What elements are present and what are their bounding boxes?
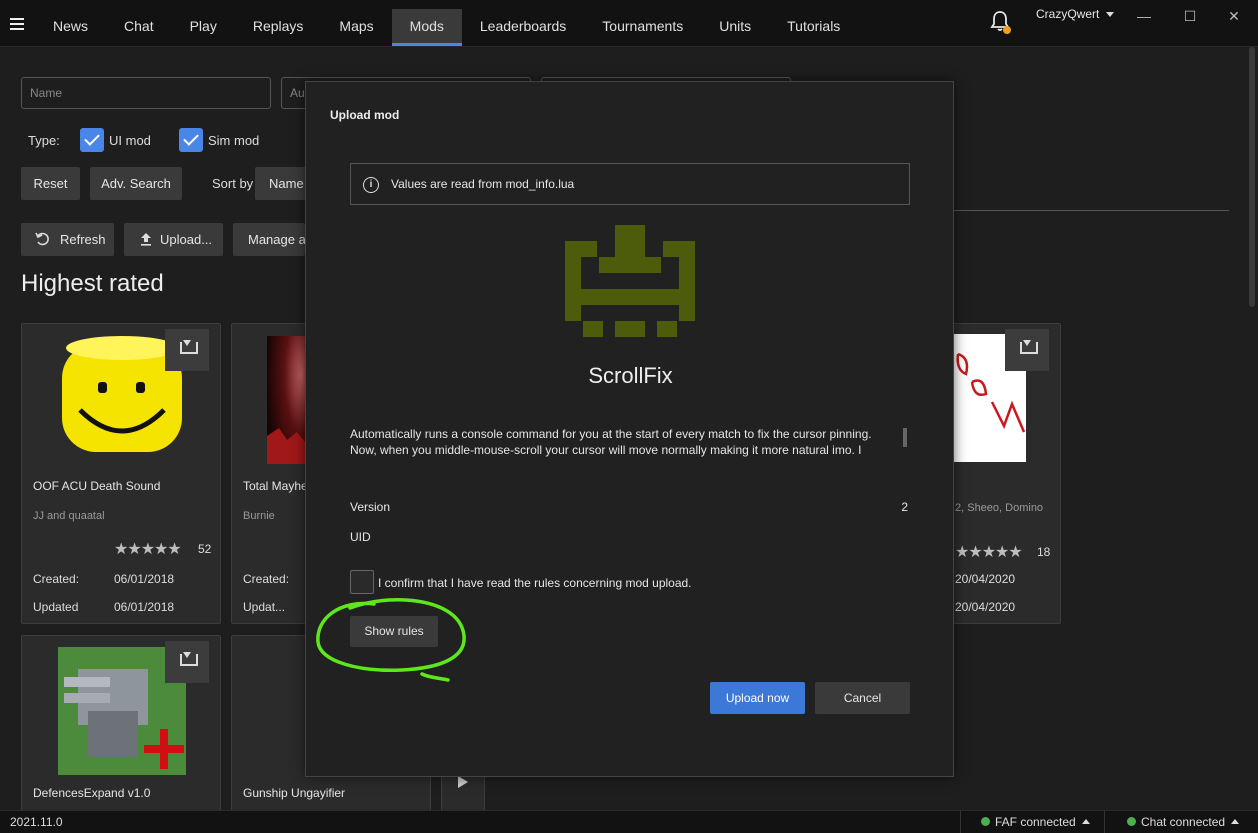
status-bar: 2021.11.0 FAF connected Chat connected — [0, 810, 1258, 833]
refresh-button[interactable]: Refresh — [21, 223, 114, 256]
scrollbar[interactable] — [1249, 47, 1255, 307]
refresh-icon — [35, 232, 49, 246]
faf-status-text: FAF connected — [995, 815, 1076, 829]
mod-card[interactable]: DefencesExpand v1.0 — [21, 635, 221, 815]
annotation-circle — [316, 598, 466, 682]
mod-name: ScrollFix — [588, 363, 673, 388]
minimize-button[interactable]: — — [1134, 6, 1154, 26]
tab-tournaments[interactable]: Tournaments — [584, 9, 701, 46]
upload-icon — [141, 233, 151, 246]
upload-now-button[interactable]: Upload now — [710, 682, 805, 714]
dialog-title: Upload mod — [330, 108, 400, 122]
upload-label: Upload... — [160, 232, 213, 247]
tab-chat[interactable]: Chat — [106, 9, 172, 46]
confirm-rules-checkbox[interactable] — [350, 570, 374, 594]
chat-status[interactable]: Chat connected — [1127, 815, 1240, 829]
ui-mod-label: UI mod — [109, 133, 151, 148]
chevron-up-icon — [1231, 819, 1240, 824]
close-button[interactable]: ✕ — [1224, 6, 1244, 26]
download-icon[interactable] — [1005, 329, 1049, 371]
divider — [960, 811, 961, 833]
chevron-right-icon — [458, 776, 468, 788]
description-line: Now, when you middle-mouse-scroll your c… — [350, 443, 862, 457]
card-title: OOF ACU Death Sound — [33, 479, 161, 493]
card-title: Total Mayhe — [243, 479, 308, 493]
created-label: Created: — [33, 572, 80, 586]
name-search-input[interactable]: Name — [21, 77, 271, 109]
info-box: i Values are read from mod_info.lua — [350, 163, 910, 205]
tab-maps[interactable]: Maps — [321, 9, 391, 46]
info-icon: i — [363, 177, 379, 193]
mod-card[interactable]: OOF ACU Death Sound JJ and quaatal ★★★★★… — [21, 323, 221, 624]
menu-icon[interactable] — [10, 18, 24, 30]
main-tabs: News Chat Play Replays Maps Mods Leaderb… — [35, 9, 858, 47]
notification-dot — [1003, 26, 1011, 34]
mod-icon — [565, 225, 695, 337]
confirm-rules-label[interactable]: I confirm that I have read the rules con… — [378, 576, 692, 590]
card-title: Gunship Ungayifier — [243, 786, 346, 800]
sort-by-label: Sort by — [212, 176, 254, 191]
rating-stars: ★★★★★ — [114, 541, 182, 558]
mod-card[interactable]: Total Mayhe Burnie Created: Updat... — [231, 323, 311, 624]
uid-label: UID — [350, 530, 371, 544]
description-line: Automatically runs a console command for… — [350, 427, 872, 441]
username[interactable]: CrazyQwert — [1036, 7, 1099, 21]
adv-search-button[interactable]: Adv. Search — [90, 167, 182, 200]
card-author: Burnie — [243, 510, 275, 522]
version-value: 2 — [901, 500, 908, 514]
created-label: Created: — [243, 572, 290, 586]
tab-leaderboards[interactable]: Leaderboards — [462, 9, 584, 46]
download-icon[interactable] — [165, 641, 209, 683]
chat-status-text: Chat connected — [1141, 815, 1226, 829]
upload-button[interactable]: Upload... — [124, 223, 223, 256]
tab-replays[interactable]: Replays — [235, 9, 322, 46]
manage-button[interactable]: Manage ac — [233, 223, 305, 256]
download-icon[interactable] — [165, 329, 209, 371]
chevron-down-icon[interactable] — [1106, 12, 1114, 17]
info-text: Values are read from mod_info.lua — [391, 177, 575, 191]
description-scrollbar[interactable] — [903, 428, 907, 447]
faf-status[interactable]: FAF connected — [981, 815, 1090, 829]
sim-mod-checkbox[interactable] — [179, 128, 203, 152]
sim-mod-label: Sim mod — [208, 133, 260, 148]
refresh-label: Refresh — [60, 232, 106, 247]
status-dot-icon — [981, 817, 990, 826]
ui-mod-checkbox[interactable] — [80, 128, 104, 152]
app-version: 2021.11.0 — [10, 815, 63, 829]
rating-stars: ★★★★★ — [955, 544, 1023, 561]
mod-description[interactable]: Automatically runs a console command for… — [350, 426, 895, 458]
tab-units[interactable]: Units — [701, 9, 769, 46]
divider — [1104, 811, 1105, 833]
chevron-up-icon — [1081, 819, 1090, 824]
rating-count: 18 — [1037, 545, 1051, 559]
updated-label: Updat... — [243, 600, 286, 614]
card-author: 2, Sheeo, Domino — [955, 502, 1044, 514]
rating-count: 52 — [198, 542, 212, 556]
created-value: 06/01/2018 — [114, 572, 175, 586]
tab-tutorials[interactable]: Tutorials — [769, 9, 858, 46]
mod-thumbnail — [267, 336, 305, 464]
notification-bell-icon[interactable] — [988, 9, 1012, 35]
created-value: 20/04/2020 — [955, 572, 1016, 586]
tab-mods[interactable]: Mods — [391, 9, 462, 46]
reset-button[interactable]: Reset — [21, 167, 80, 200]
tab-news[interactable]: News — [35, 9, 106, 46]
updated-value: 06/01/2018 — [114, 600, 175, 614]
version-label: Version — [350, 500, 391, 514]
title-bar: News Chat Play Replays Maps Mods Leaderb… — [0, 0, 1258, 47]
status-dot-icon — [1127, 817, 1136, 826]
card-author: JJ and quaatal — [33, 510, 105, 522]
updated-value: 20/04/2020 — [955, 600, 1016, 614]
type-label: Type: — [28, 133, 60, 148]
section-title: Highest rated — [21, 270, 164, 297]
card-title: DefencesExpand v1.0 — [33, 786, 151, 800]
updated-label: Updated — [33, 600, 79, 614]
maximize-button[interactable]: ☐ — [1180, 6, 1200, 26]
cancel-button[interactable]: Cancel — [815, 682, 910, 714]
tab-play[interactable]: Play — [172, 9, 235, 46]
